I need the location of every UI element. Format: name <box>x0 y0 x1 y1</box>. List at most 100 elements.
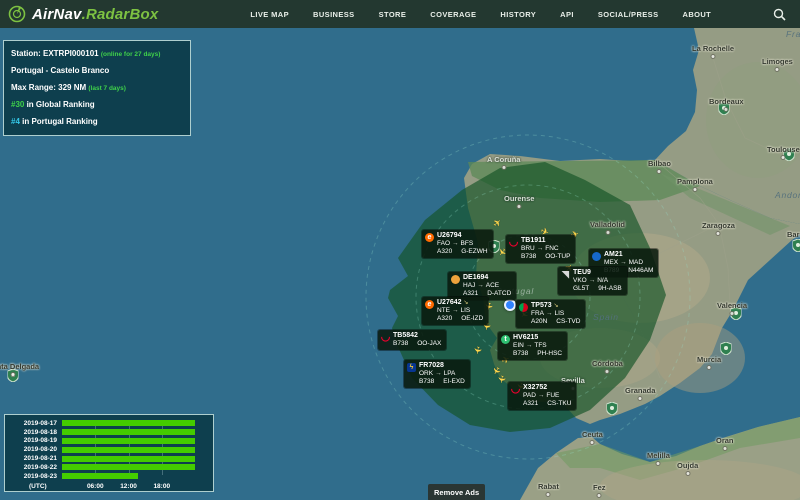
brand[interactable]: AirNav.RadarBox <box>8 5 158 23</box>
flight-label[interactable]: DE1694 HAJ→ACE A321D-ATCD <box>448 272 516 300</box>
aircraft-type: A320 <box>437 248 452 256</box>
flight-label[interactable]: ◥ TEU9 VKO→N/A GL5T9H-ASB <box>558 267 627 295</box>
callsign: TB5842 <box>393 332 418 339</box>
main-nav: LIVE MAP BUSINESS STORE COVERAGE HISTORY API S… <box>250 10 711 19</box>
aircraft-type: B738 <box>521 253 536 261</box>
airline-logo-icon: ◥ <box>561 270 570 279</box>
uptime-bar <box>62 464 195 470</box>
uptime-axis: (UTC) 06:0012:0018:00 <box>11 482 207 493</box>
flight-label[interactable]: ◡ X32752 PAD→FUE A321CS-TKU <box>508 382 576 410</box>
registration: G-EZWH <box>461 248 487 256</box>
flight-info: U27642 ↘ NTE→LIS A320OE-IZD <box>437 299 483 323</box>
search-icon[interactable] <box>773 8 786 21</box>
nav-link[interactable]: ABOUT <box>683 10 712 19</box>
nav-link[interactable]: COVERAGE <box>430 10 476 19</box>
origin-code: EIN <box>513 342 524 349</box>
uptime-date: 2019-08-22 <box>11 464 57 471</box>
callsign: U26794 <box>437 232 462 239</box>
airline-logo-icon: t <box>501 335 510 344</box>
aircraft-type: B738 <box>393 340 408 348</box>
registration: 9H-ASB <box>598 285 621 293</box>
station-location: Portugal - Castelo Branco <box>11 63 183 79</box>
route-arrow-icon: → <box>620 259 627 266</box>
airline-logo-icon: e <box>425 233 434 242</box>
flight-info: TB1911 BRU→FNC B738OO-TUP <box>521 237 570 261</box>
flight-info: U26794 FAO→BFS A320G-EZWH <box>437 232 488 256</box>
descend-arrow-icon: ↘ <box>553 303 558 309</box>
callsign: TP573 <box>531 302 552 309</box>
airline-logo-icon <box>592 252 601 261</box>
uptime-date: 2019-08-23 <box>11 473 57 480</box>
max-range-line: Max Range: 329 NM (last 7 days) <box>11 80 183 97</box>
origin-code: FAO <box>437 240 450 247</box>
brand-radarbox: RadarBox <box>86 6 158 23</box>
aircraft-icon[interactable] <box>495 374 506 384</box>
nav-link[interactable]: API <box>560 10 574 19</box>
radar-logo-icon <box>8 5 26 23</box>
origin-code: PAD <box>523 392 536 399</box>
aircraft-type: A20N <box>531 318 547 326</box>
origin-code: FRA <box>531 310 544 317</box>
utc-label: (UTC) <box>29 483 47 490</box>
flight-label[interactable]: ϟ FR7028 ORK→LPA B738EI-EXD <box>404 360 470 388</box>
flight-info: FR7028 ORK→LPA B738EI-EXD <box>419 362 465 386</box>
airline-logo-icon: ◡ <box>509 238 518 247</box>
uptime-track <box>62 420 195 426</box>
aircraft-icon[interactable] <box>471 345 482 355</box>
flight-info: X32752 PAD→FUE A321CS-TKU <box>523 384 571 408</box>
time-tick: 12:00 <box>120 483 137 490</box>
uptime-date: 2019-08-21 <box>11 455 57 462</box>
remove-ads-button[interactable]: Remove Ads <box>428 484 485 500</box>
airline-logo-icon: e <box>425 300 434 309</box>
nav-link[interactable]: LIVE MAP <box>250 10 289 19</box>
station-info-panel: Station: EXTRPI000101 (online for 27 day… <box>3 40 191 136</box>
route-arrow-icon: → <box>526 342 533 349</box>
nav-link[interactable]: STORE <box>379 10 407 19</box>
airline-logo-icon: ϟ <box>407 363 416 372</box>
flight-info: TB5842 B738OO-JAX <box>393 332 441 348</box>
registration: CS-TKU <box>547 400 571 408</box>
route-arrow-icon: → <box>537 245 544 252</box>
nav-link[interactable]: BUSINESS <box>313 10 355 19</box>
station-id-line: Station: EXTRPI000101 (online for 27 day… <box>11 46 183 63</box>
online-status: (online for 27 days) <box>101 51 161 58</box>
destination-code: ACE <box>486 282 499 289</box>
uptime-track <box>62 429 195 435</box>
origin-code: VKO <box>573 277 587 284</box>
radarbox-app: AirNav.RadarBox LIVE MAP BUSINESS STORE COV… <box>0 0 800 500</box>
top-nav-bar: AirNav.RadarBox LIVE MAP BUSINESS STORE COV… <box>0 0 800 28</box>
flight-label[interactable]: TP573 ↘ FRA→LIS A20NCS-TVD <box>516 300 585 328</box>
range-note: (last 7 days) <box>88 85 126 92</box>
nav-link[interactable]: HISTORY <box>500 10 536 19</box>
uptime-bar <box>62 473 138 479</box>
origin-code: MEX <box>604 259 618 266</box>
registration: D-ATCD <box>487 290 511 298</box>
registration: OE-IZD <box>461 315 483 323</box>
flight-label[interactable]: ◡ TB1911 BRU→FNC B738OO-TUP <box>506 235 575 263</box>
registration: OO-TUP <box>545 253 570 261</box>
registration: N446AM <box>628 267 653 275</box>
uptime-row: 2019-08-19 <box>11 437 207 446</box>
uptime-bar <box>62 447 195 453</box>
uptime-row: 2019-08-23 <box>11 472 207 481</box>
origin-code: BRU <box>521 245 535 252</box>
flight-label[interactable]: ◡ TB5842 B738OO-JAX <box>378 330 446 350</box>
nav-link[interactable]: SOCIAL/PRESS <box>598 10 659 19</box>
uptime-row: 2019-08-21 <box>11 454 207 463</box>
airline-logo-icon: ◡ <box>511 385 520 394</box>
uptime-bar <box>62 456 195 462</box>
airline-logo-icon: ◡ <box>381 333 390 342</box>
uptime-date: 2019-08-20 <box>11 446 57 453</box>
uptime-row: 2019-08-22 <box>11 463 207 472</box>
uptime-bar <box>62 429 195 435</box>
aircraft-type: A320 <box>437 315 452 323</box>
destination-code: FNC <box>545 245 558 252</box>
flight-info: DE1694 HAJ→ACE A321D-ATCD <box>463 274 511 298</box>
registration: CS-TVD <box>556 318 580 326</box>
uptime-track <box>62 456 195 462</box>
flight-label[interactable]: t HV6215 EIN→TFS B738PH-HSC <box>498 332 567 360</box>
uptime-bar <box>62 438 195 444</box>
destination-code: LIS <box>555 310 565 317</box>
flight-label[interactable]: e U26794 FAO→BFS A320G-EZWH <box>422 230 493 258</box>
flight-label[interactable]: e U27642 ↘ NTE→LIS A320OE-IZD <box>422 297 488 325</box>
